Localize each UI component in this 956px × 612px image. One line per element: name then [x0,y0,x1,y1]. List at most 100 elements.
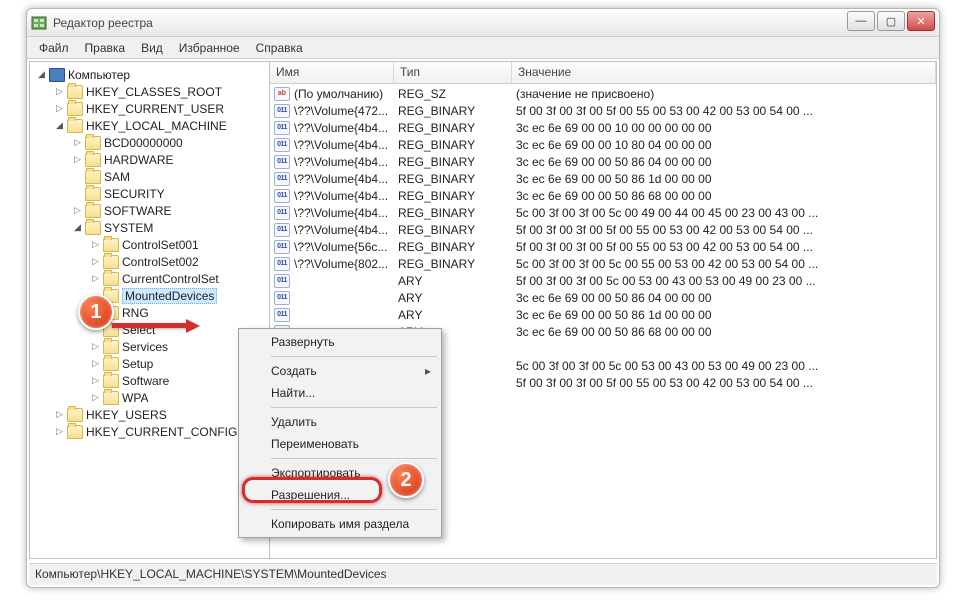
tree-label[interactable]: SOFTWARE [104,204,172,218]
menu-help[interactable]: Справка [248,38,311,58]
expand-icon[interactable] [72,222,83,233]
expand-icon[interactable] [90,256,101,267]
tree-node[interactable]: Компьютер [32,66,267,83]
tree-node[interactable]: SAM [32,168,267,185]
value-type: REG_BINARY [398,257,516,271]
tree-label[interactable]: Setup [122,357,153,371]
tree-node[interactable]: SECURITY [32,185,267,202]
tree-label[interactable]: MountedDevices [122,288,217,304]
tree-node[interactable]: MountedDevices [32,287,267,304]
tree-node[interactable]: SOFTWARE [32,202,267,219]
tree-node[interactable]: CurrentControlSet [32,270,267,287]
tree-label[interactable]: HKEY_CLASSES_ROOT [86,85,222,99]
tree-label[interactable]: HKEY_LOCAL_MACHINE [86,119,227,133]
context-menu: Развернуть СоздатьНайти... УдалитьПереимен… [238,328,442,538]
folder-icon [85,153,101,167]
list-row[interactable]: \??\Volume{4b4...REG_BINARY3c ec 6e 69 0… [270,136,936,153]
expand-icon[interactable] [72,154,83,165]
titlebar[interactable]: Редактор реестра — ▢ ✕ [27,9,939,37]
menu-item[interactable]: Переименовать [241,433,439,455]
tree-label[interactable]: Компьютер [68,68,130,82]
expand-icon[interactable] [90,239,101,250]
tree-label[interactable]: SYSTEM [104,221,153,235]
menu-favorites[interactable]: Избранное [171,38,248,58]
tree-node[interactable]: HKEY_CLASSES_ROOT [32,83,267,100]
expand-icon[interactable] [72,171,83,182]
tree-label[interactable]: SECURITY [104,187,165,201]
menu-file[interactable]: Файл [31,38,77,58]
tree-pane[interactable]: Компьютер HKEY_CLASSES_ROOT HKEY_CURRENT_U… [30,62,270,558]
col-value[interactable]: Значение [512,62,936,83]
value-type: REG_BINARY [398,138,516,152]
tree-node[interactable]: WPA [32,389,267,406]
expand-icon[interactable] [54,103,65,114]
list-row[interactable]: \??\Volume{4b4...REG_BINARY3c ec 6e 69 0… [270,170,936,187]
expand-icon[interactable] [90,341,101,352]
list-row[interactable]: \??\Volume{56c...REG_BINARY5f 00 3f 00 3… [270,238,936,255]
maximize-button[interactable]: ▢ [877,11,905,31]
expand-icon[interactable] [72,137,83,148]
menu-item[interactable]: Найти... [241,382,439,404]
menu-item[interactable]: Развернуть [241,331,439,353]
tree-label[interactable]: Services [122,340,168,354]
expand-icon[interactable] [36,69,47,80]
list-row[interactable]: ARY5f 00 3f 00 3f 00 5c 00 53 00 43 00 5… [270,272,936,289]
tree-label[interactable]: BCD00000000 [104,136,183,150]
tree-label[interactable]: Software [122,374,169,388]
list-row[interactable]: \??\Volume{472...REG_BINARY5f 00 3f 00 3… [270,102,936,119]
tree-node[interactable]: HKEY_USERS [32,406,267,423]
list-row[interactable]: ARY3c ec 6e 69 00 00 50 86 04 00 00 00 [270,289,936,306]
tree-node[interactable]: BCD00000000 [32,134,267,151]
tree-label[interactable]: HKEY_CURRENT_CONFIG [86,425,237,439]
tree-label[interactable]: HKEY_CURRENT_USER [86,102,224,116]
tree-node[interactable]: HKEY_CURRENT_USER [32,100,267,117]
expand-icon[interactable] [72,205,83,216]
tree-label[interactable]: ControlSet002 [122,255,199,269]
expand-icon[interactable] [54,409,65,420]
list-row[interactable]: \??\Volume{4b4...REG_BINARY3c ec 6e 69 0… [270,119,936,136]
close-button[interactable]: ✕ [907,11,935,31]
tree-label[interactable]: WPA [122,391,148,405]
tree-label[interactable]: HARDWARE [104,153,174,167]
list-row[interactable]: \??\Volume{802...REG_BINARY5c 00 3f 00 3… [270,255,936,272]
minimize-button[interactable]: — [847,11,875,31]
tree-node[interactable]: Software [32,372,267,389]
tree-node[interactable]: Services [32,338,267,355]
tree-node[interactable]: HKEY_CURRENT_CONFIG [32,423,267,440]
list-row[interactable]: \??\Volume{4b4...REG_BINARY5c 00 3f 00 3… [270,204,936,221]
expand-icon[interactable] [54,426,65,437]
tree-node[interactable]: HKEY_LOCAL_MACHINE [32,117,267,134]
menu-item[interactable]: Копировать имя раздела [241,513,439,535]
tree-node[interactable]: ControlSet001 [32,236,267,253]
expand-icon[interactable] [54,120,65,131]
expand-icon[interactable] [90,375,101,386]
expand-icon[interactable] [90,358,101,369]
tree-node[interactable]: RNG [32,304,267,321]
tree-label[interactable]: ControlSet001 [122,238,199,252]
list-row[interactable]: \??\Volume{4b4...REG_BINARY5f 00 3f 00 3… [270,221,936,238]
tree-node[interactable]: ControlSet002 [32,253,267,270]
menu-view[interactable]: Вид [133,38,171,58]
tree-label[interactable]: HKEY_USERS [86,408,167,422]
binary-icon [274,274,290,288]
tree-label[interactable]: RNG [122,306,149,320]
expand-icon[interactable] [72,188,83,199]
value-type: REG_BINARY [398,172,516,186]
col-name[interactable]: Имя [270,62,394,83]
list-row[interactable]: (По умолчанию)REG_SZ(значение не присвое… [270,85,936,102]
list-row[interactable]: \??\Volume{4b4...REG_BINARY3c ec 6e 69 0… [270,187,936,204]
menu-item[interactable]: Создать [241,360,439,382]
menu-edit[interactable]: Правка [77,38,134,58]
list-row[interactable]: ARY3c ec 6e 69 00 00 50 86 1d 00 00 00 [270,306,936,323]
tree-node[interactable]: SYSTEM [32,219,267,236]
tree-label[interactable]: SAM [104,170,130,184]
menu-item[interactable]: Удалить [241,411,439,433]
tree-node[interactable]: HARDWARE [32,151,267,168]
list-row[interactable]: \??\Volume{4b4...REG_BINARY3c ec 6e 69 0… [270,153,936,170]
expand-icon[interactable] [90,273,101,284]
tree-label[interactable]: CurrentControlSet [122,272,219,286]
tree-node[interactable]: Setup [32,355,267,372]
col-type[interactable]: Тип [394,62,512,83]
expand-icon[interactable] [90,392,101,403]
expand-icon[interactable] [54,86,65,97]
